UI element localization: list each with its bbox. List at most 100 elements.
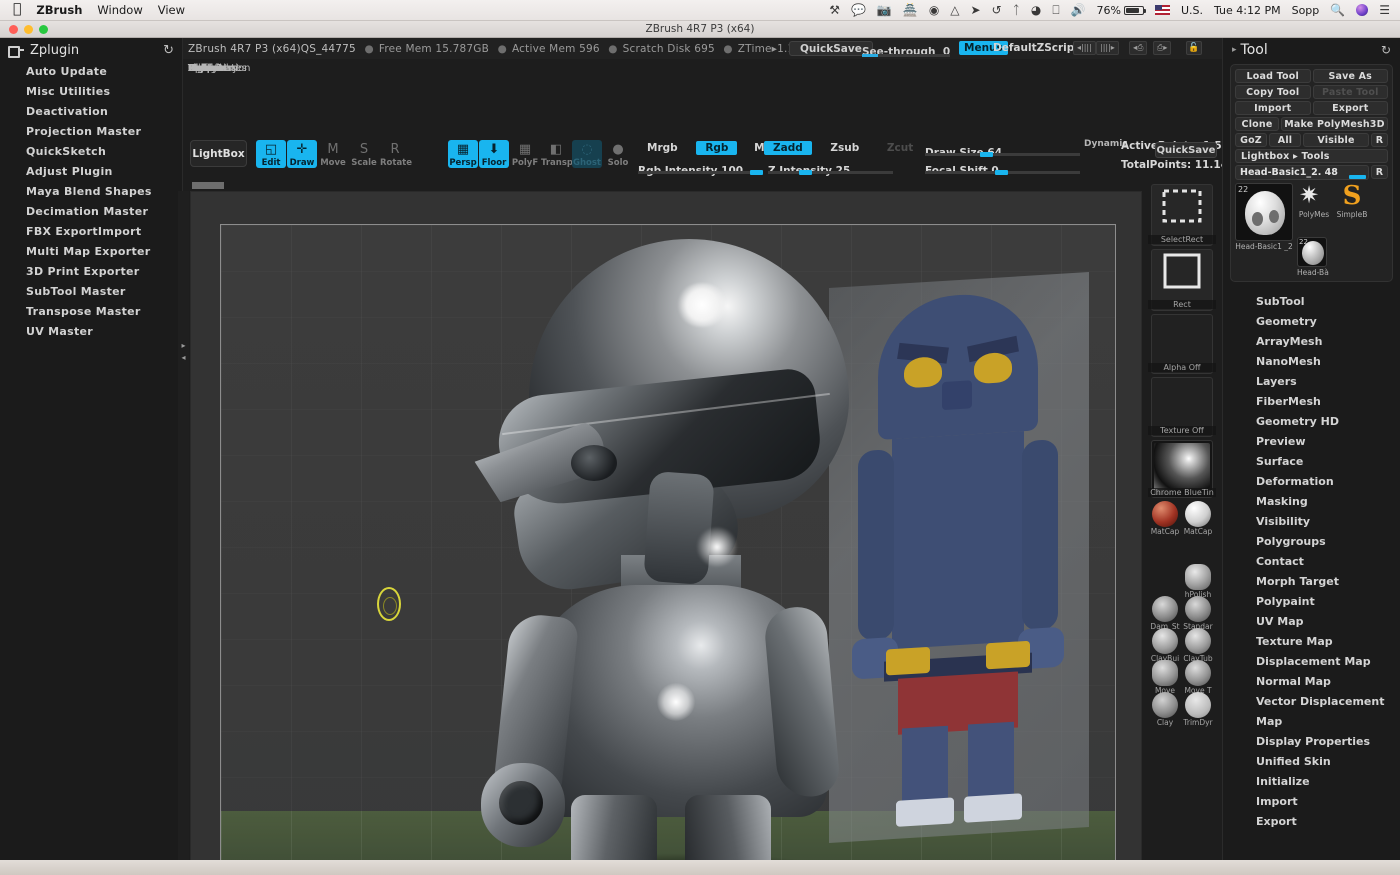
tool-section-masking[interactable]: Masking: [1223, 492, 1400, 512]
tool-thumb-head-basic[interactable]: 22: [1235, 183, 1293, 241]
zplugin-item-adjust-plugin[interactable]: Adjust Plugin: [0, 162, 182, 182]
move-icon[interactable]: M Move: [318, 140, 348, 168]
zplugin-item-multi-map-exporter[interactable]: Multi Map Exporter: [0, 242, 182, 262]
tool-section-nanomesh[interactable]: NanoMesh: [1223, 352, 1400, 372]
tool-section-preview[interactable]: Preview: [1223, 432, 1400, 452]
all-button[interactable]: All: [1269, 133, 1301, 147]
volume-icon[interactable]: 🔊: [1071, 3, 1086, 17]
evernote-icon[interactable]: 🏯: [903, 3, 918, 17]
matcap-red-swatch[interactable]: MatCap: [1150, 501, 1180, 536]
zscript-next-controls[interactable]: ||||▸: [1096, 41, 1119, 55]
quicksave-button[interactable]: QuickSave: [789, 41, 873, 56]
zadd-button[interactable]: Zadd: [764, 141, 812, 155]
zplugin-item-quicksketch[interactable]: QuickSketch: [0, 142, 182, 162]
apple-menu-icon[interactable]: : [13, 2, 21, 16]
zscript-load-button[interactable]: ◂⎙: [1129, 41, 1148, 55]
focal-shift-slider[interactable]: Focal Shift 0: [925, 159, 1080, 177]
edit-icon[interactable]: ◱ Edit: [256, 140, 286, 168]
export-button[interactable]: Export: [1312, 101, 1388, 115]
canvas-area[interactable]: [190, 191, 1142, 875]
clone-button[interactable]: Clone: [1235, 117, 1279, 131]
rgb-intensity-slider[interactable]: Rgb Intensity 100: [638, 159, 763, 177]
zplugin-item-deactivation[interactable]: Deactivation: [0, 102, 182, 122]
lightbox-tools-button[interactable]: Lightbox ▸ Tools: [1235, 149, 1388, 163]
tool-section-deformation[interactable]: Deformation: [1223, 472, 1400, 492]
user-label[interactable]: Sopp: [1292, 4, 1320, 17]
solo-icon[interactable]: ● Solo: [603, 140, 633, 168]
battery-status[interactable]: 76%: [1097, 4, 1146, 17]
tool-section-texture-map[interactable]: Texture Map: [1223, 632, 1400, 652]
current-tool-slider[interactable]: Head-Basic1_2. 48 R: [1235, 165, 1388, 180]
save-as-button[interactable]: Save As: [1312, 69, 1388, 83]
siri-icon[interactable]: [1356, 4, 1369, 16]
z-intensity-slider[interactable]: Z Intensity 25: [768, 159, 893, 177]
tool-section-normal-map[interactable]: Normal Map: [1223, 672, 1400, 692]
tool-section-fibermesh[interactable]: FiberMesh: [1223, 392, 1400, 412]
menu-view[interactable]: View: [158, 3, 185, 17]
menu-item-zscript[interactable]: Zscript: [188, 60, 223, 77]
viewport-canvas[interactable]: [220, 224, 1116, 874]
rgb-button[interactable]: Rgb: [696, 141, 738, 155]
brush-clay[interactable]: Clay: [1150, 692, 1180, 727]
brush-move[interactable]: Move: [1150, 660, 1180, 695]
draw-size-slider[interactable]: Draw Size 64: [925, 141, 1080, 159]
goz-button[interactable]: GoZ: [1235, 133, 1267, 147]
brush-claybuildup[interactable]: ClayBui: [1150, 628, 1180, 663]
zsub-button[interactable]: Zsub: [821, 141, 868, 155]
copy-tool-button[interactable]: Copy Tool: [1235, 85, 1311, 99]
tool-section-uv-map[interactable]: UV Map: [1223, 612, 1400, 632]
sculpted-character-model[interactable]: [471, 235, 891, 873]
tool-section-geometry[interactable]: Geometry: [1223, 312, 1400, 332]
zplugin-item-subtool-master[interactable]: SubTool Master: [0, 282, 182, 302]
input-source-label[interactable]: U.S.: [1181, 4, 1203, 17]
tool-section-subtool[interactable]: SubTool: [1223, 292, 1400, 312]
rotate-icon[interactable]: R Rotate: [380, 140, 412, 168]
collapse-arrow-icon[interactable]: ▸: [1232, 45, 1237, 55]
import-button[interactable]: Import: [1235, 101, 1311, 115]
star-icon[interactable]: ✷: [1296, 183, 1322, 209]
make-polymesh3d-button[interactable]: Make PolyMesh3D: [1281, 117, 1388, 131]
draw-icon[interactable]: ✛ Draw: [287, 140, 317, 168]
alpha-selector[interactable]: Alpha Off: [1148, 314, 1216, 374]
stroke-selector-2[interactable]: Rect: [1148, 249, 1216, 311]
tool-section-export[interactable]: Export: [1223, 812, 1400, 832]
tool-section-display-properties[interactable]: Display Properties: [1223, 732, 1400, 752]
zscript-prev-controls[interactable]: ◂||||: [1073, 41, 1096, 55]
polyframe-icon[interactable]: ▦ PolyF: [510, 140, 540, 168]
tool-section-initialize[interactable]: Initialize: [1223, 772, 1400, 792]
subtool-thumb-head[interactable]: 22: [1297, 237, 1327, 267]
reset-icon[interactable]: ↻: [1381, 43, 1391, 57]
tool-section-unified-skin[interactable]: Unified Skin: [1223, 752, 1400, 772]
visible-button[interactable]: Visible: [1303, 133, 1369, 147]
document-tab[interactable]: [192, 182, 224, 189]
left-tray-rail[interactable]: ▸ ◂: [178, 191, 189, 875]
zplugin-item-decimation-master[interactable]: Decimation Master: [0, 202, 182, 222]
zplugin-item-fbx-exportimport[interactable]: FBX ExportImport: [0, 222, 182, 242]
lock-icon[interactable]: 🔓: [1186, 41, 1202, 55]
tool-section-morph-target[interactable]: Morph Target: [1223, 572, 1400, 592]
tool-section-vector-displacement-map[interactable]: Vector Displacement Map: [1223, 692, 1400, 732]
s-icon[interactable]: S: [1335, 183, 1369, 209]
brush-trimdynamic[interactable]: TrimDyr: [1183, 692, 1213, 727]
brush-standard[interactable]: Standar: [1183, 596, 1213, 631]
creative-cloud-icon[interactable]: ◉: [929, 3, 939, 17]
chat-icon[interactable]: 💬: [851, 3, 866, 17]
tool-section-arraymesh[interactable]: ArrayMesh: [1223, 332, 1400, 352]
tool-section-import[interactable]: Import: [1223, 792, 1400, 812]
tool-section-surface[interactable]: Surface: [1223, 452, 1400, 472]
tool-section-layers[interactable]: Layers: [1223, 372, 1400, 392]
scale-icon[interactable]: S Scale: [349, 140, 379, 168]
dropbox-icon[interactable]: ⚒: [829, 3, 840, 17]
material-preview[interactable]: Chrome BlueTin: [1148, 440, 1216, 498]
tool-section-visibility[interactable]: Visibility: [1223, 512, 1400, 532]
lightbox-button[interactable]: LightBox: [190, 140, 247, 167]
clock-label[interactable]: Tue 4:12 PM: [1214, 4, 1281, 17]
transparency-icon[interactable]: ◧ Transp: [541, 140, 573, 168]
wifi-icon[interactable]: ◕: [1031, 3, 1041, 17]
zplugin-item-auto-update[interactable]: Auto Update: [0, 62, 182, 82]
zplugin-item-misc-utilities[interactable]: Misc Utilities: [0, 82, 182, 102]
load-tool-button[interactable]: Load Tool: [1235, 69, 1311, 83]
zplugin-item-uv-master[interactable]: UV Master: [0, 322, 182, 342]
airplay-icon[interactable]: ⎕: [1052, 3, 1059, 18]
see-through-slider[interactable]: See-through 0: [862, 40, 950, 58]
